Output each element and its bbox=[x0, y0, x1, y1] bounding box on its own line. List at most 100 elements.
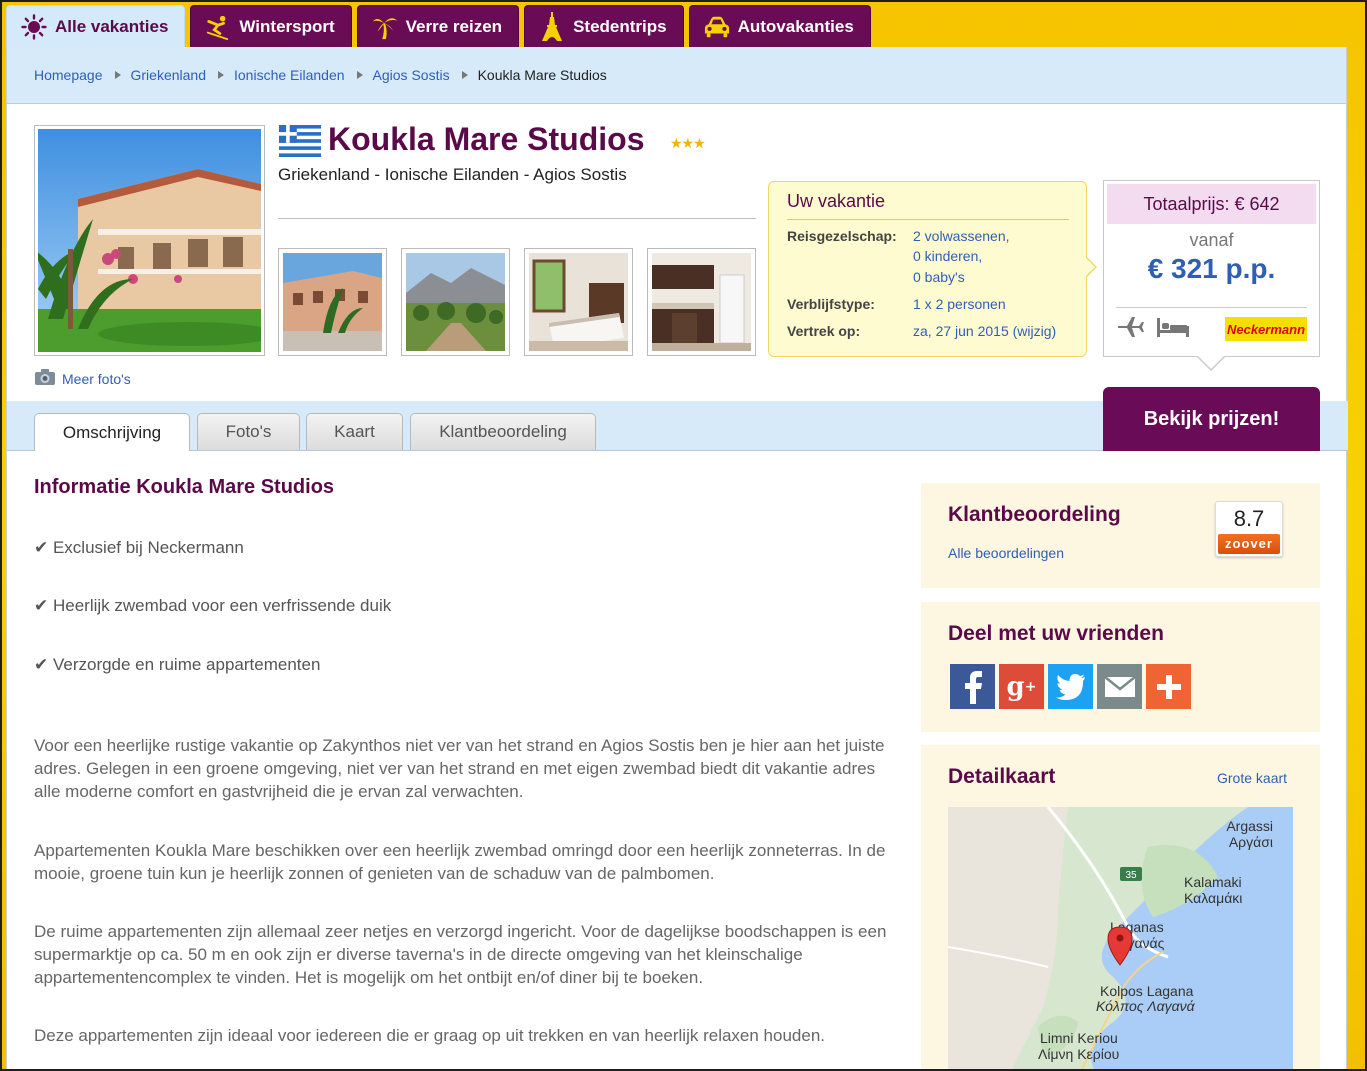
zoover-score-badge[interactable]: 8.7 zoover bbox=[1215, 501, 1283, 557]
map-place-label: Argassi bbox=[1226, 818, 1273, 834]
map-widget: Detailkaart Grote kaart 35 Argassi Αργάσ… bbox=[921, 745, 1320, 1071]
usp-item: ✔ Exclusief bij Neckermann bbox=[34, 538, 244, 557]
breadcrumb: Homepage Griekenland Ionische Eilanden A… bbox=[7, 47, 1346, 104]
breadcrumb-arrow-icon bbox=[114, 71, 121, 79]
all-reviews-link[interactable]: Alle beoordelingen bbox=[948, 545, 1064, 561]
tab-label: Autovakanties bbox=[737, 16, 854, 36]
review-score: 8.7 bbox=[1233, 506, 1265, 531]
tab-label: Stedentrips bbox=[573, 16, 667, 36]
breadcrumb-arrow-icon bbox=[356, 71, 363, 79]
twitter-icon[interactable] bbox=[1048, 664, 1093, 709]
price-box: Totaalprijs: € 642 vanaf € 321 p.p. Neck… bbox=[1103, 180, 1320, 357]
depart-label: Vertrek op: bbox=[787, 323, 861, 339]
share-widget: Deel met uw vrienden g + bbox=[921, 602, 1320, 732]
party-children[interactable]: 0 kinderen, bbox=[913, 246, 982, 266]
divider bbox=[787, 219, 1069, 220]
map-place-label: Κόλπος Λαγανά bbox=[1096, 998, 1196, 1014]
tab-label: Alle vakanties bbox=[55, 16, 169, 36]
party-adults[interactable]: 2 volwassenen, bbox=[913, 226, 1010, 246]
car-icon bbox=[704, 13, 730, 41]
vacation-summary: Uw vakantie Reisgezelschap: 2 volwassene… bbox=[768, 181, 1097, 357]
mail-icon[interactable] bbox=[1097, 664, 1142, 709]
map-place-label: Kalamaki bbox=[1184, 874, 1242, 890]
usp-item: ✔ Heerlijk zwembad voor een verfrissende… bbox=[34, 596, 392, 615]
photo-thumbnail[interactable] bbox=[647, 248, 756, 356]
tab-alle-vakanties[interactable]: Alle vakanties bbox=[6, 5, 186, 47]
party-babies[interactable]: 0 baby's bbox=[913, 267, 965, 287]
plus-icon[interactable] bbox=[1146, 664, 1191, 709]
breadcrumb-current: Koukla Mare Studios bbox=[477, 67, 607, 83]
zoover-logo: zoover bbox=[1218, 534, 1280, 554]
price-per-person: € 321 p.p. bbox=[1147, 253, 1276, 284]
divider bbox=[278, 218, 756, 219]
palm-tree-icon bbox=[372, 13, 398, 41]
description-paragraph: Appartementen Koukla Mare beschikken ove… bbox=[34, 841, 886, 883]
description-paragraph: Voor een heerlijke rustige vakantie op Z… bbox=[34, 736, 885, 801]
more-photos-link[interactable]: Meer foto's bbox=[34, 368, 131, 389]
total-price: Totaalprijs: € 642 bbox=[1107, 184, 1316, 224]
pointer-arrow bbox=[1198, 356, 1224, 369]
pointer-arrow bbox=[1085, 257, 1095, 277]
divider bbox=[1116, 307, 1307, 308]
neckermann-logo: Neckermann bbox=[1225, 317, 1307, 341]
sun-icon bbox=[21, 13, 47, 41]
tab-label: Wintersport bbox=[239, 16, 335, 36]
bed-icon bbox=[1156, 316, 1190, 343]
star-rating-icon: ★★★ bbox=[670, 135, 706, 151]
party-label: Reisgezelschap: bbox=[787, 228, 897, 244]
breadcrumb-arrow-icon bbox=[461, 71, 468, 79]
info-title: Informatie Koukla Mare Studios bbox=[34, 476, 335, 498]
depart-value[interactable]: za, 27 jun 2015 (wijzig) bbox=[913, 321, 1056, 341]
map-place-label: Limni Keriou bbox=[1040, 1030, 1118, 1046]
greece-flag-icon bbox=[279, 125, 321, 157]
photo-thumbnail[interactable] bbox=[524, 248, 633, 356]
flight-icon bbox=[1116, 315, 1144, 344]
included-icons: Neckermann bbox=[1116, 314, 1307, 344]
reviews-title: Klantbeoordeling bbox=[948, 503, 1121, 526]
description-paragraph: Deze appartementen zijn ideaal voor iede… bbox=[34, 1026, 826, 1045]
usp-item: ✔ Verzorgde en ruime appartementen bbox=[34, 655, 321, 674]
price-from-label: vanaf bbox=[1189, 230, 1234, 250]
tab-autovakanties[interactable]: Autovakanties bbox=[688, 5, 871, 47]
breadcrumb-ionische-eilanden[interactable]: Ionische Eilanden bbox=[234, 67, 345, 83]
skier-icon bbox=[205, 13, 231, 41]
description-paragraph: De ruime appartementen zijn allemaal zee… bbox=[34, 922, 887, 987]
stay-value[interactable]: 1 x 2 personen bbox=[913, 294, 1006, 314]
hotel-location: Griekenland - Ionische Eilanden - Agios … bbox=[278, 165, 627, 184]
tab-kaart[interactable]: Kaart bbox=[306, 413, 403, 450]
stay-label: Verblijfstype: bbox=[787, 296, 875, 312]
map-place-label: Αργάσι bbox=[1229, 834, 1273, 850]
vacation-title: Uw vakantie bbox=[787, 191, 886, 211]
eiffel-tower-icon bbox=[539, 11, 565, 41]
photo-thumbnail[interactable] bbox=[401, 248, 510, 356]
google-plus-icon[interactable]: g + bbox=[999, 664, 1044, 709]
large-map-link[interactable]: Grote kaart bbox=[1217, 770, 1287, 786]
tab-wintersport[interactable]: Wintersport bbox=[190, 5, 352, 47]
breadcrumb-griekenland[interactable]: Griekenland bbox=[131, 67, 207, 83]
more-photos-label: Meer foto's bbox=[62, 370, 131, 387]
breadcrumb-arrow-icon bbox=[218, 71, 224, 79]
breadcrumb-homepage[interactable]: Homepage bbox=[34, 67, 103, 83]
view-prices-button[interactable]: Bekijk prijzen! bbox=[1103, 387, 1320, 451]
camera-icon bbox=[34, 368, 56, 389]
photo-thumbnail[interactable] bbox=[278, 248, 387, 356]
tab-omschrijving[interactable]: Omschrijving bbox=[34, 413, 190, 451]
map-title: Detailkaart bbox=[948, 765, 1056, 788]
map-road-label: 35 bbox=[1125, 870, 1137, 881]
tab-fotos[interactable]: Foto's bbox=[197, 413, 300, 450]
hotel-main-photo[interactable] bbox=[33, 125, 278, 356]
map-place-label: Λίμνη Κερίου bbox=[1038, 1046, 1119, 1062]
hotel-name: Koukla Mare Studios bbox=[328, 121, 645, 157]
map-place-label: Καλαμάκι bbox=[1184, 890, 1242, 906]
tab-stedentrips[interactable]: Stedentrips bbox=[524, 5, 684, 47]
detail-map[interactable]: 35 Argassi Αργάσι Kalamaki Καλαμάκι Laga… bbox=[948, 807, 1293, 1071]
tab-verre-reizen[interactable]: Verre reizen bbox=[356, 5, 520, 47]
main-panel: Homepage Griekenland Ionische Eilanden A… bbox=[6, 47, 1348, 1071]
tab-klantbeoordeling[interactable]: Klantbeoordeling bbox=[410, 413, 596, 450]
facebook-icon[interactable] bbox=[950, 664, 995, 709]
reviews-widget: Klantbeoordeling Alle beoordelingen 8.7 … bbox=[921, 483, 1320, 588]
tab-label: Verre reizen bbox=[405, 16, 503, 36]
map-place-label: Kolpos Lagana bbox=[1100, 983, 1194, 999]
share-title: Deel met uw vrienden bbox=[948, 622, 1164, 645]
breadcrumb-agios-sostis[interactable]: Agios Sostis bbox=[373, 67, 450, 83]
